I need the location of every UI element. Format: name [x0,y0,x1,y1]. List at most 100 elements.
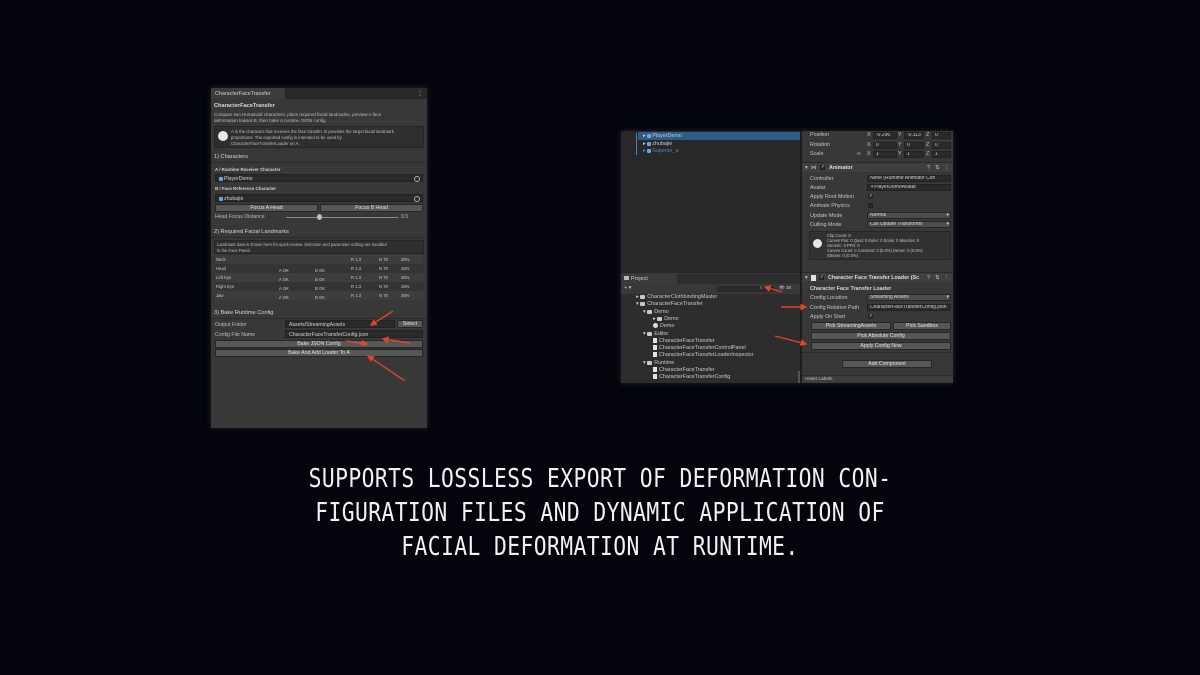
bake-add-loader-button[interactable]: Bake And Add Loader To A [215,349,423,357]
project-file[interactable]: CharacterFaceTransferLoaderInspector [653,352,753,358]
animate-physics-checkbox[interactable] [868,203,873,208]
divider [211,162,427,163]
rotation-z-field[interactable]: 0 [932,142,951,149]
landmark-row[interactable]: Right Eye A OK B OK R 1.3 N 70 26% [215,282,423,291]
output-folder-field[interactable]: Assets/StreamingAssets [285,320,395,328]
avatar-field[interactable]: ✦PlayerDemoAvatar [867,184,951,191]
landmark-row[interactable]: Jaw A OK B OK R 1.3 N 70 26% [215,291,423,300]
update-mode-dropdown[interactable]: Normal ▾ [867,212,951,219]
help-icon[interactable]: ? [927,275,930,281]
divider [211,318,427,319]
object-picker-icon[interactable] [414,196,420,202]
add-icon[interactable]: + ▾ [624,285,631,291]
project-folder[interactable]: ▾ Runtime [643,360,674,366]
scale-z-field[interactable]: 1 [932,151,951,158]
config-path-field[interactable]: CharacterFaceTransferConfig.json [867,304,951,311]
position-y-field[interactable]: -0.113 [904,132,924,139]
foldout-icon[interactable]: ▾ [805,275,808,281]
project-folder[interactable]: ▸ CharacterClothbindingMaster [636,294,717,300]
project-file[interactable]: Demo [653,323,674,329]
add-component-button[interactable]: Add Component [842,360,932,368]
project-file[interactable]: CharacterFaceTransferConfig [653,374,730,380]
help-icon[interactable]: ? [927,165,930,171]
landmark-row[interactable]: Head A OK B OK R 1.3 N 70 26% [215,264,423,273]
focus-b-head-button[interactable]: Focus B Head [320,204,423,212]
context-menu-icon[interactable]: ⋮ [944,165,949,171]
bake-json-button[interactable]: Bake JSON Config [215,340,423,348]
scene-icon [653,323,658,329]
object-picker-icon[interactable] [414,176,420,182]
animator-info-box: Clip Count: 0 Curves Pos: 0 Quat: 0 Eule… [809,231,951,260]
window-tab[interactable]: CharacterFaceTransfer [211,88,285,99]
a-character-value: PlayerDemo [224,176,253,182]
prefab-icon [647,141,652,146]
landmark-row[interactable]: Left Eye A OK B OK R 1.3 N 70 26% [215,273,423,282]
head-focus-slider-track[interactable] [286,217,398,218]
asset-labels-label: Asset Labels [805,377,833,382]
project-file[interactable]: CharacterFaceTransferControlPanel [653,345,746,351]
hierarchy-item[interactable]: ▸ zhubajie [643,141,672,147]
loader-enabled-checkbox[interactable]: ✓ [819,275,824,280]
tree-label: CharacterClothbindingMaster [647,294,718,300]
animator-enabled-checkbox[interactable]: ✓ [820,165,825,170]
project-tab[interactable]: Project [621,274,677,284]
eye-count[interactable]: 👁 38 [779,285,791,291]
pick-absolute-config-button[interactable]: Pick Absolute Config [811,332,951,340]
b-character-field[interactable]: zhubajie [215,194,423,202]
root-motion-checkbox[interactable]: ✓ [868,194,873,199]
loader-header[interactable]: ▾ ✓ Character Face Transfer Loader (Sc ?… [802,272,953,282]
landmark-row[interactable]: Neck R 1.3 N 70 26% [215,255,423,264]
project-folder[interactable]: ▾ CharacterFaceTransfer [636,301,703,307]
culling-mode-label: Culling Mode [810,222,842,228]
animator-header[interactable]: ▾ ⋈ ✓ Animator ? ⇅ ⋮ [802,162,953,172]
culling-mode-dropdown[interactable]: Cull Update Transforms ▾ [867,221,951,228]
project-folder[interactable]: ▸ Demo [653,316,679,322]
info-line-2: proportions. The exported config is inte… [231,135,342,140]
folder-open-icon [640,301,646,306]
rotation-x-field[interactable]: 0 [873,142,897,149]
apply-on-start-checkbox[interactable]: ✓ [868,314,873,319]
project-file[interactable]: CharacterFaceTransfer [653,338,715,344]
project-folder[interactable]: ▾ Editor [643,331,668,337]
project-search-input[interactable] [717,286,775,292]
kebab-menu-icon[interactable]: ⋮ [417,90,423,97]
config-file-field[interactable]: CharacterFaceTransferConfig.json [285,330,423,338]
section-bake: 3) Bake Runtime Config [214,310,274,316]
head-focus-slider-handle[interactable] [317,214,323,220]
config-location-dropdown[interactable]: Streaming Assets ▾ [867,294,951,301]
rotation-y-field[interactable]: 0 [904,142,924,149]
project-file[interactable]: CharacterFaceTransfer [653,367,715,373]
position-x-field[interactable]: -0.296 [873,132,897,139]
landmark-name: Right Eye [216,284,235,289]
gameobject-icon [219,176,223,181]
chevron-down-icon: ▾ [946,221,949,227]
animator-info-line: Stream: 0 (0.0%) [827,253,858,258]
presets-icon[interactable]: ⇅ [935,275,940,281]
pick-sandbox-button[interactable]: Pick Sandbox [893,322,951,330]
controller-field[interactable]: None (Runtime Animator Con [867,175,951,182]
presets-icon[interactable]: ⇅ [935,165,940,171]
avatar-value: PlayerDemoAvatar [874,184,917,190]
pick-streaming-assets-button[interactable]: Pick StreamingAssets [811,322,891,330]
project-folder[interactable]: ▾ Demo [643,309,669,315]
head-focus-label: Head Focus Distance [215,214,265,220]
info-line-1: A is the character that receives the fac… [231,129,394,134]
tree-label: CharacterFaceTransferControlPanel [659,345,746,351]
hierarchy-item[interactable]: ▸ PlayerDemo [643,133,682,139]
select-folder-button[interactable]: Select [397,320,423,328]
scale-x-field[interactable]: 1 [873,151,897,158]
head-focus-value[interactable]: 0.5 [401,214,408,220]
link-icon[interactable]: ∞ [857,151,861,157]
a-character-field[interactable]: PlayerDemo [215,174,423,182]
focus-a-head-button[interactable]: Focus A Head [215,204,318,212]
apply-config-now-button[interactable]: Apply Config Now [811,342,951,350]
scrollbar-thumb[interactable] [798,371,800,383]
foldout-icon[interactable]: ▾ [805,165,808,171]
hierarchy-item[interactable]: ▸ Superior_a [643,148,679,154]
asset-labels-bar[interactable]: Asset Labels [802,375,953,383]
loader-subtitle: Character Face Transfer Loader [810,286,892,292]
asset-count: 38 [785,285,791,290]
position-z-field[interactable]: 0 [932,132,951,139]
context-menu-icon[interactable]: ⋮ [944,275,949,281]
scale-y-field[interactable]: 1 [904,151,924,158]
